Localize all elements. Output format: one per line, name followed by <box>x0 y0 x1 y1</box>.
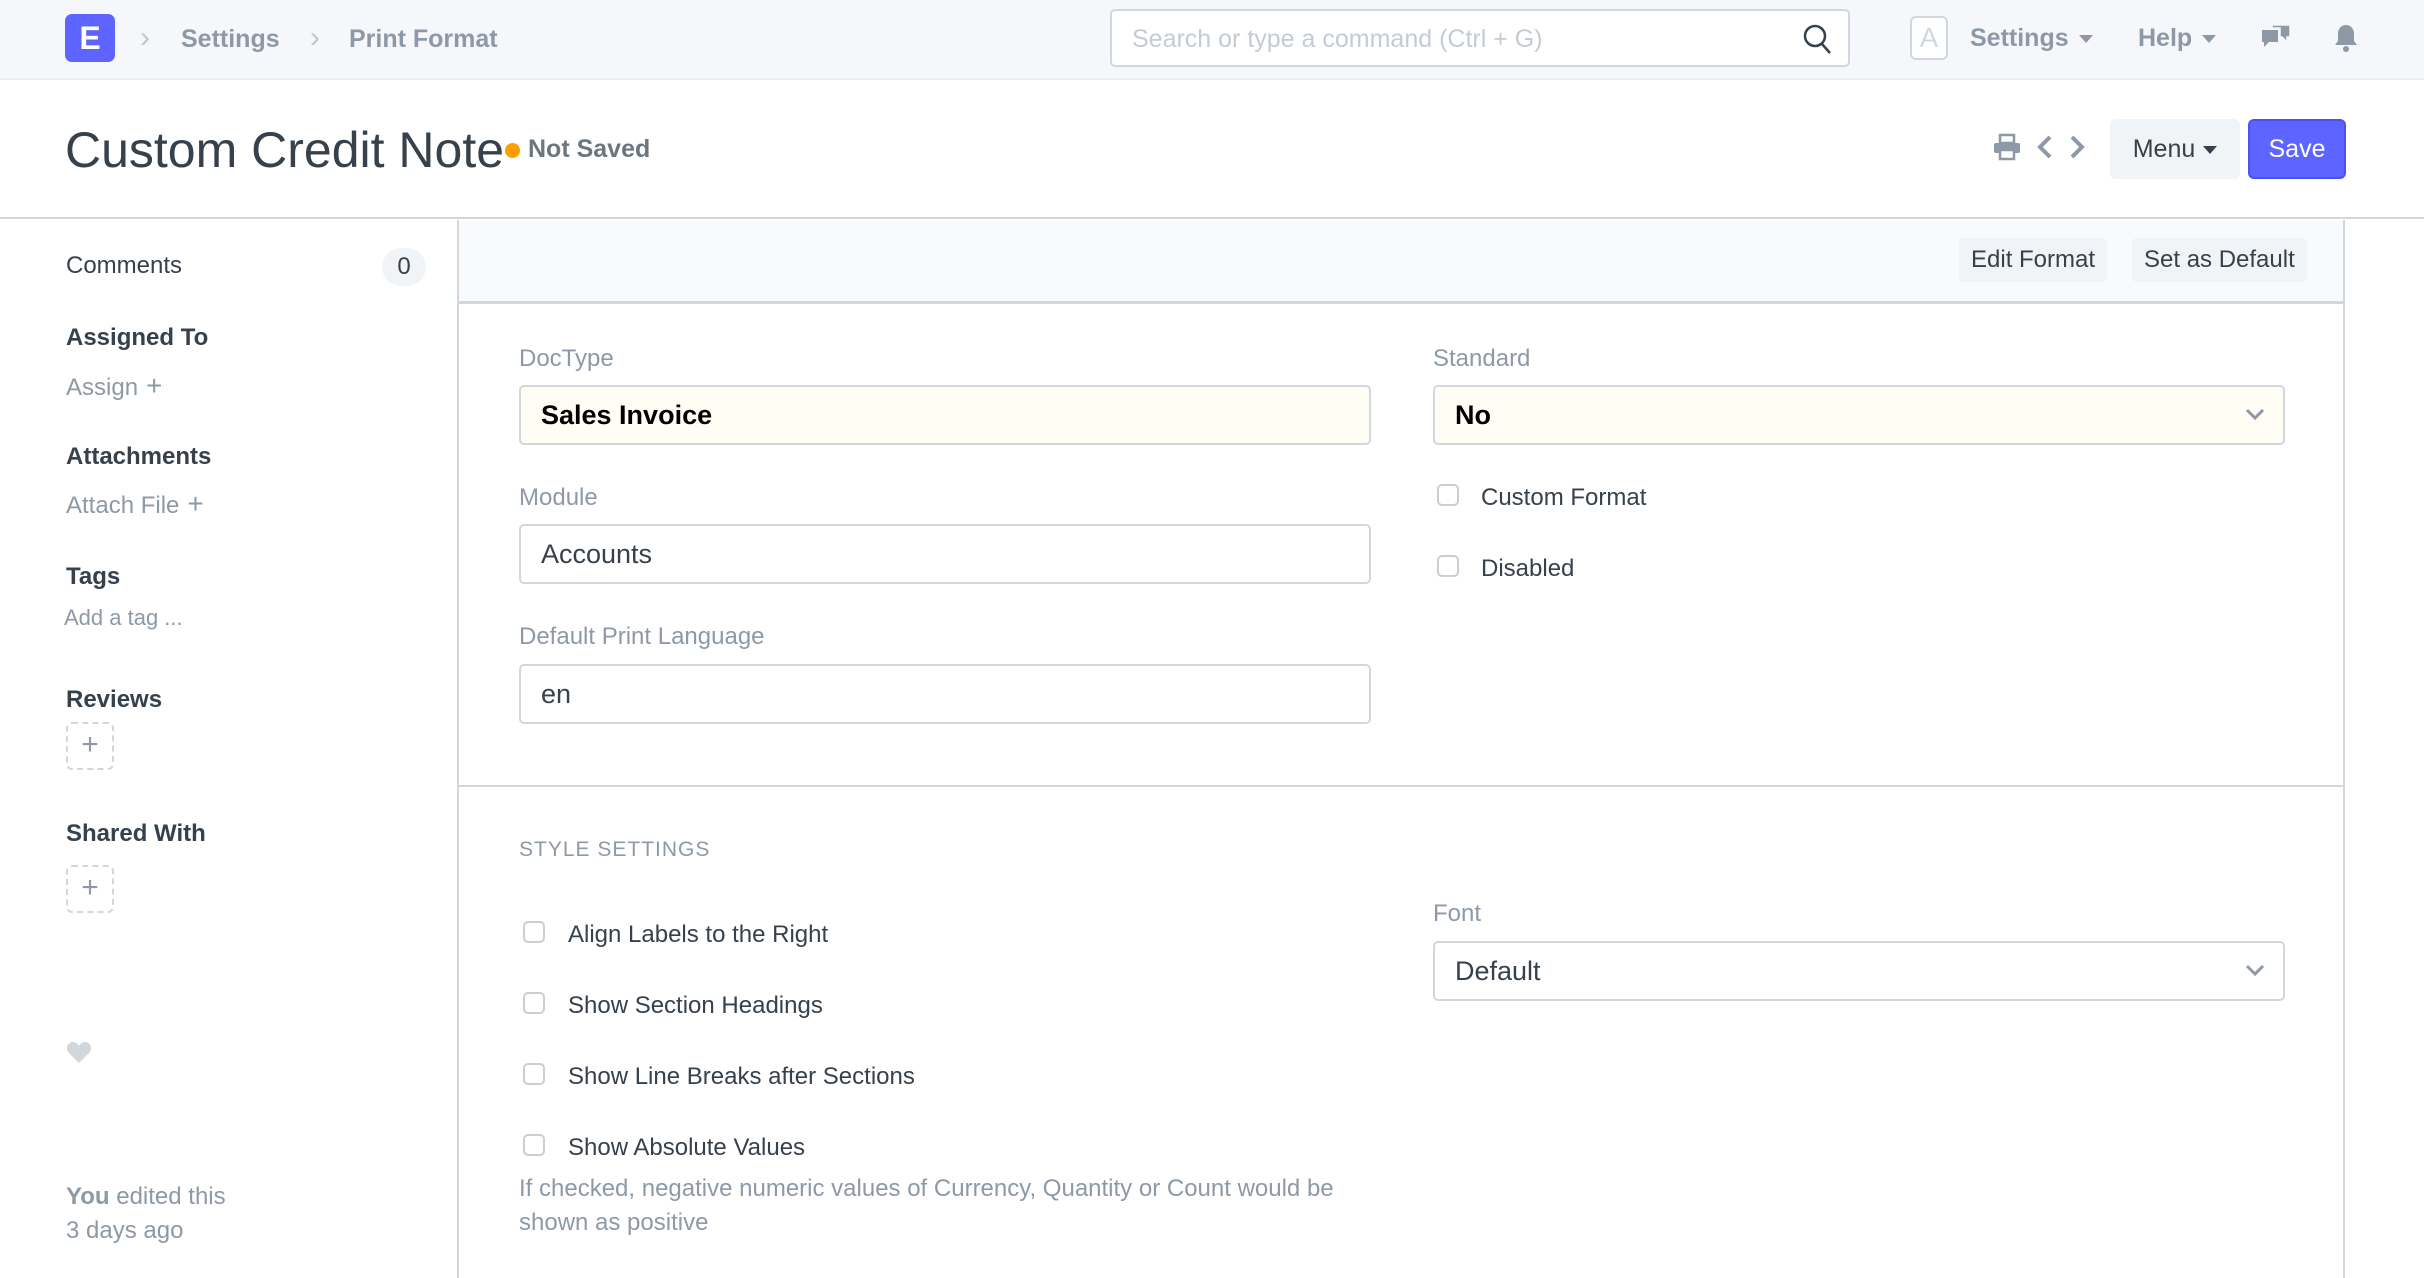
add-review-button[interactable]: + <box>66 722 114 770</box>
assign-link[interactable]: Assign + <box>66 370 162 402</box>
doctype-field[interactable]: Sales Invoice <box>519 385 1371 445</box>
set-as-default-button[interactable]: Set as Default <box>2132 238 2307 282</box>
bell-icon[interactable] <box>2330 22 2362 54</box>
form-main: Edit Format Set as Default DocType Sales… <box>457 220 2345 1278</box>
plus-icon: + <box>81 871 99 904</box>
custom-format-checkbox[interactable] <box>1437 484 1459 506</box>
default-print-language-label: Default Print Language <box>519 623 765 650</box>
menu-button[interactable]: Menu <box>2110 119 2240 179</box>
style-settings-heading: STYLE SETTINGS <box>519 838 711 861</box>
custom-format-label[interactable]: Custom Format <box>1481 484 1646 512</box>
avatar[interactable]: A <box>1910 16 1948 60</box>
show-line-breaks-label[interactable]: Show Line Breaks after Sections <box>568 1063 915 1091</box>
search-input[interactable]: Search or type a command (Ctrl + G) <box>1110 9 1850 67</box>
comments-label[interactable]: Comments <box>66 252 182 280</box>
add-share-button[interactable]: + <box>66 865 114 913</box>
tags-heading: Tags <box>66 563 121 590</box>
disabled-label[interactable]: Disabled <box>1481 555 1574 583</box>
font-value: Default <box>1455 956 1541 986</box>
disabled-checkbox[interactable] <box>1437 555 1459 577</box>
like-heart-icon[interactable] <box>66 1040 92 1064</box>
form-toolbar: Edit Format Set as Default <box>459 220 2343 304</box>
standard-label: Standard <box>1433 345 1531 372</box>
module-field[interactable]: Accounts <box>519 524 1371 584</box>
doctype-label: DocType <box>519 345 614 372</box>
chat-icon[interactable] <box>2260 22 2292 54</box>
print-icon[interactable] <box>1992 132 2022 162</box>
chevron-down-icon <box>2245 408 2265 421</box>
help-dropdown[interactable]: Help <box>2138 24 2217 53</box>
sidebar: Comments 0 Assigned To Assign + Attachmen… <box>0 220 457 1278</box>
caret-down-icon <box>2078 35 2093 44</box>
search-icon <box>1803 24 1831 54</box>
chevron-down-icon <box>2245 964 2265 977</box>
save-button[interactable]: Save <box>2248 119 2346 179</box>
status-indicator-dot <box>505 143 520 158</box>
page-head: Custom Credit Note Not Saved Menu Save <box>0 80 2424 219</box>
comments-count-badge: 0 <box>382 248 426 286</box>
plus-icon: + <box>146 370 163 401</box>
attach-file-label: Attach File <box>66 492 180 519</box>
standard-value: No <box>1455 400 1491 430</box>
status-badge: Not Saved <box>528 135 651 163</box>
app-logo[interactable]: E <box>65 14 115 62</box>
shared-with-heading: Shared With <box>66 820 206 847</box>
page-title: Custom Credit Note <box>65 122 505 178</box>
menu-label: Menu <box>2132 135 2196 163</box>
section-divider <box>459 785 2343 787</box>
show-absolute-values-checkbox[interactable] <box>523 1134 545 1156</box>
module-label: Module <box>519 484 598 511</box>
navbar: E › Settings › Print Format Search or ty… <box>0 0 2424 80</box>
caret-down-icon <box>2203 146 2218 155</box>
breadcrumb-settings[interactable]: Settings <box>181 24 280 54</box>
show-section-headings-checkbox[interactable] <box>523 992 545 1014</box>
default-print-language-field[interactable]: en <box>519 664 1371 724</box>
settings-dropdown[interactable]: Settings <box>1970 24 2093 53</box>
chevron-right-icon: › <box>140 21 150 54</box>
next-record-icon[interactable] <box>2066 132 2088 162</box>
search-placeholder: Search or type a command (Ctrl + G) <box>1132 25 1543 53</box>
align-labels-right-label[interactable]: Align Labels to the Right <box>568 921 828 949</box>
standard-select[interactable]: No <box>1433 385 2285 445</box>
assigned-to-heading: Assigned To <box>66 324 209 351</box>
assign-label: Assign <box>66 374 139 401</box>
font-label: Font <box>1433 900 1482 927</box>
show-absolute-values-label[interactable]: Show Absolute Values <box>568 1134 805 1162</box>
absolute-values-description: If checked, negative numeric values of C… <box>519 1175 1334 1236</box>
settings-label: Settings <box>1970 24 2069 52</box>
chevron-right-icon: › <box>310 21 320 54</box>
show-line-breaks-checkbox[interactable] <box>523 1063 545 1085</box>
edited-when: 3 days ago <box>66 1217 184 1244</box>
align-labels-right-checkbox[interactable] <box>523 921 545 943</box>
attach-file-link[interactable]: Attach File + <box>66 488 204 520</box>
reviews-heading: Reviews <box>66 686 163 713</box>
plus-icon: + <box>187 488 204 519</box>
font-select[interactable]: Default <box>1433 941 2285 1001</box>
caret-down-icon <box>2202 35 2217 44</box>
edit-format-button[interactable]: Edit Format <box>1959 238 2108 282</box>
attachments-heading: Attachments <box>66 443 212 470</box>
add-tag-input[interactable]: Add a tag ... <box>64 605 183 631</box>
help-label: Help <box>2138 24 2193 52</box>
breadcrumb-print-format[interactable]: Print Format <box>349 24 498 54</box>
edited-by: You <box>66 1183 110 1210</box>
previous-record-icon[interactable] <box>2034 132 2056 162</box>
last-edited-info: You edited this 3 days ago <box>66 1180 226 1248</box>
plus-icon: + <box>81 728 99 761</box>
edited-text: edited this <box>116 1183 226 1210</box>
show-section-headings-label[interactable]: Show Section Headings <box>568 992 823 1020</box>
